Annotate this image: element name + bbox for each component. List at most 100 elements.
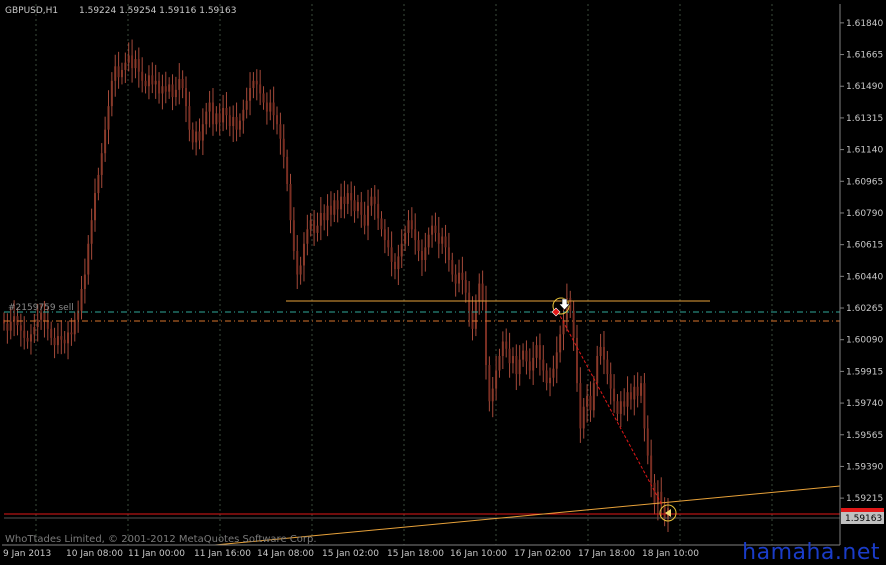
candle-body [9,321,12,331]
candle-body [151,75,154,85]
candle-body [276,115,279,125]
candle-body [56,336,59,346]
candle-body [107,106,110,130]
candle-body [626,392,629,407]
candle-body [29,334,32,342]
time-tick-label: 11 Jan 00:00 [128,549,185,559]
candle-body [518,359,521,375]
price-tick-label: 1.60440 [846,272,883,282]
candle-body [40,312,43,320]
candle-body [188,106,191,130]
candle-body [185,88,188,107]
candle-body [114,66,117,81]
candle-body [619,401,622,414]
candle-body [596,356,599,384]
candle-body [181,78,184,89]
candle-body [653,482,656,505]
candle-body [613,388,616,402]
candle-body [201,124,204,141]
candle-body [451,260,454,275]
candle-body [602,346,605,360]
price-tick-label: 1.61140 [846,146,883,156]
candle-body [299,265,302,275]
candle-body [444,236,447,248]
candle-body [538,345,541,360]
candle-body [343,196,346,204]
candle-body [272,102,275,116]
candle-body [6,323,9,331]
price-tick-label: 1.60265 [846,304,883,314]
candle-body [380,218,383,230]
candle-body [292,220,295,251]
candle-body [97,174,100,194]
candle-body [100,153,103,175]
candle-body [417,240,420,251]
candle-body [599,346,602,356]
time-tick-label: 17 Jan 18:00 [578,549,635,559]
candle-body [211,102,214,125]
candle-body [286,156,289,184]
candle-body [3,319,5,324]
price-tick-label: 1.59390 [846,462,883,472]
candle-body [623,401,626,407]
candle-body [249,88,252,101]
candle-body [144,80,147,87]
candle-body [269,102,272,112]
candle-body [255,80,258,85]
candle-body [484,301,487,366]
price-chart[interactable]: 1.61840 1.61665 1.61490 1.61315 1.61140 1.609… [0,0,886,565]
candle-body [302,243,305,266]
candle-body [350,193,353,201]
price-tick-label: 1.59215 [846,494,883,504]
candle-body [147,75,150,87]
price-tick-label: 1.59915 [846,367,883,377]
candle-body [228,115,231,127]
candle-body [646,428,649,456]
candle-body [309,220,312,230]
candle-body [424,247,427,261]
price-tick-label: 1.59565 [846,431,883,441]
trade-link-line [557,311,663,506]
candle-body [636,386,639,396]
candle-body [528,361,531,371]
candle-body [616,401,619,414]
candle-body [242,109,245,121]
candle-body [367,205,370,226]
price-tick-label: 1.60790 [846,209,883,219]
candle-body [434,225,437,233]
candle-body [259,84,262,94]
candle-body [323,212,326,221]
candle-body [579,383,582,429]
candle-body [87,243,90,275]
candle-body [629,392,632,400]
candle-body [582,406,585,429]
candle-body [83,274,86,290]
copyright-text: WhoTtades Limited, © 2001-2012 MetaQuote… [5,534,317,545]
candle-body [127,55,130,63]
candle-body [447,247,450,261]
candle-body [33,327,36,335]
candle-body [252,80,255,89]
candle-body [340,196,343,210]
candle-body [397,256,400,270]
candle-body [535,345,538,358]
candle-body [67,332,70,344]
candle-body [36,319,39,328]
candle-body [168,84,171,92]
candle-body [414,229,417,241]
time-tick-label: 10 Jan 08:00 [66,549,123,559]
candle-body [171,84,174,98]
candle-body [555,352,558,369]
candle-body [313,220,316,233]
candle-body [478,283,481,302]
candle-body [198,131,201,141]
candle-body [633,386,636,400]
candle-body [316,225,319,233]
candle-body [387,240,390,248]
candle-body [370,196,373,206]
candle-body [161,86,164,94]
candle-body [542,359,545,371]
candle-body [329,205,332,215]
candle-body [356,202,359,212]
candle-body [154,80,157,85]
